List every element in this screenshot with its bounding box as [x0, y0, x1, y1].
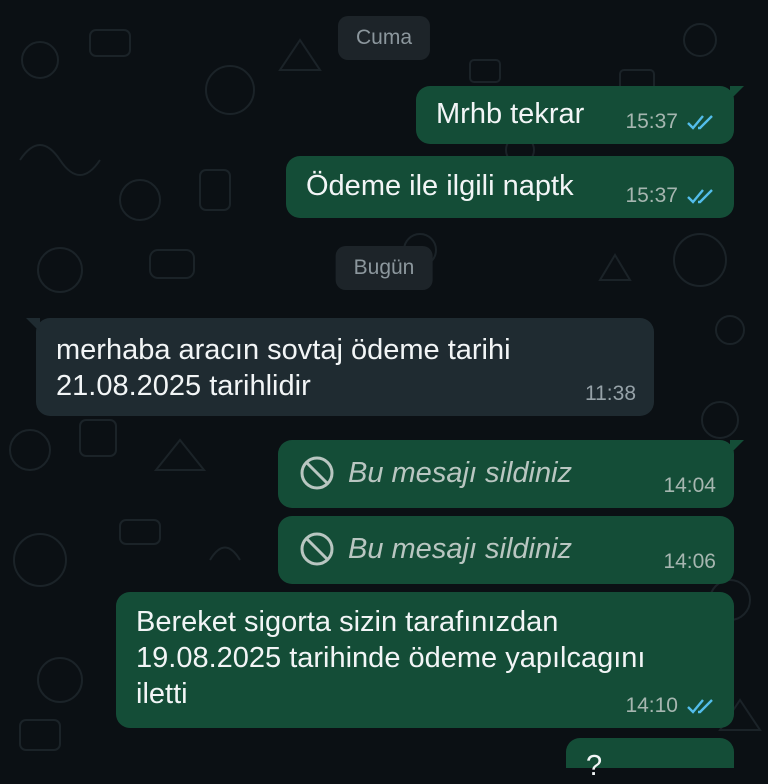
deleted-message[interactable]: Bu mesajı sildiniz 14:06: [278, 516, 734, 584]
message-time: 14:04: [663, 474, 716, 497]
double-check-icon: [687, 115, 713, 130]
message-time: 14:10: [625, 694, 678, 717]
date-separator: Cuma: [337, 16, 431, 60]
message-time: 15:37: [625, 110, 678, 133]
message-time: 15:37: [625, 184, 678, 207]
message-meta: 14:04: [663, 474, 716, 498]
message-list[interactable]: Cuma Mrhb tekrar 15:37 Ödeme ile ilgili …: [0, 0, 768, 782]
message-meta: 15:37: [625, 110, 716, 134]
outgoing-message[interactable]: Ödeme ile ilgili naptk 15:37: [286, 156, 734, 218]
date-separator: Bugün: [335, 246, 433, 290]
message-text: Ödeme ile ilgili naptk: [306, 170, 574, 202]
incoming-message[interactable]: merhaba aracın sovtaj ödeme tarihi 21.08…: [26, 318, 654, 416]
outgoing-message[interactable]: Mrhb tekrar 15:37: [416, 86, 744, 144]
message-line: 21.08.2025 tarihlidir: [56, 370, 311, 402]
bubble-tail: [26, 318, 40, 332]
outgoing-message[interactable]: Bereket sigorta sizin tarafınızdan 19.08…: [116, 592, 734, 728]
message-text: Mrhb tekrar: [436, 98, 585, 130]
message-text: ?: [586, 750, 603, 782]
message-meta: 14:06: [663, 550, 716, 574]
double-check-icon: [687, 699, 713, 714]
message-line: iletti: [136, 678, 188, 710]
ban-icon: [300, 532, 334, 566]
deleted-notice: Bu mesajı sildiniz: [298, 530, 572, 568]
message-meta: 11:38: [585, 382, 636, 406]
bubble-tail: [730, 440, 744, 454]
message-time: 14:06: [663, 550, 716, 573]
deleted-text: Bu mesajı sildiniz: [348, 456, 573, 489]
message-meta: 15:37: [625, 184, 716, 208]
message-text: merhaba aracın sovtaj ödeme tarihi 21.08…: [56, 332, 511, 404]
bubble-tail: [730, 86, 744, 100]
message-time: 11:38: [585, 382, 636, 405]
outgoing-message[interactable]: ?: [566, 738, 734, 782]
message-line: 19.08.2025 tarihinde ödeme yapılcagını: [136, 642, 646, 674]
message-line: Bereket sigorta sizin tarafınızdan: [136, 606, 559, 638]
double-check-icon: [687, 189, 713, 204]
message-meta: 14:10: [625, 694, 716, 718]
message-line: merhaba aracın sovtaj ödeme tarihi: [56, 334, 511, 366]
ban-icon: [300, 456, 334, 490]
message-text: Bereket sigorta sizin tarafınızdan 19.08…: [136, 604, 645, 712]
deleted-message[interactable]: Bu mesajı sildiniz 14:04: [278, 440, 744, 508]
deleted-notice: Bu mesajı sildiniz: [298, 454, 572, 492]
deleted-text: Bu mesajı sildiniz: [348, 532, 573, 565]
